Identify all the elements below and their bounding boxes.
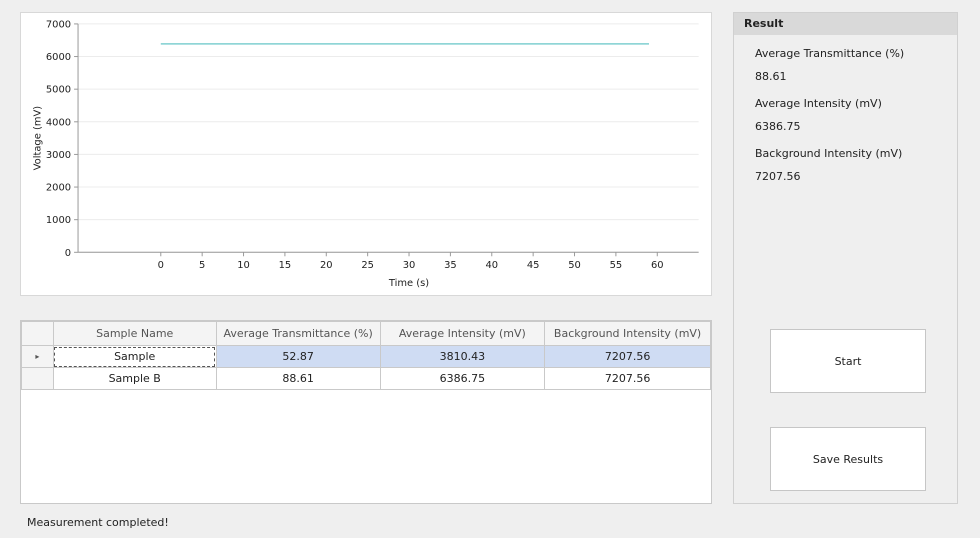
chart-svg: 0 1000 2000 3000 4000 5000 6000 7000 0 5 10 15 20 25 3… [32,19,699,289]
voltage-chart: 0 1000 2000 3000 4000 5000 6000 7000 0 5 10 15 20 25 3… [20,12,712,296]
x-tick-label: 30 [403,260,416,271]
transmittance-cell[interactable]: 52.87 [215,345,381,368]
x-tick-label: 55 [610,260,623,271]
current-row-indicator[interactable]: ▸ [21,345,54,368]
y-tick-label: 4000 [46,117,71,128]
row-header-cell[interactable] [21,367,54,390]
background-intensity-value: 7207.56 [755,170,801,183]
start-button[interactable]: Start [770,329,926,393]
x-tick-label: 5 [199,260,205,271]
x-axis-title: Time (s) [388,278,429,289]
result-panel: Result Average Transmittance (%) 88.61 A… [733,12,958,504]
background-intensity-label: Background Intensity (mV) [755,147,903,160]
y-tick-label: 7000 [46,19,71,30]
average-transmittance-value: 88.61 [755,70,787,83]
y-axis-title: Voltage (mV) [32,106,43,171]
x-tick-label: 60 [651,260,664,271]
y-tick-label: 1000 [46,215,71,226]
y-tick-label: 2000 [46,183,71,194]
table-row[interactable]: ▸ Sample 52.87 3810.43 7207.56 [21,345,711,368]
x-tick-label: 50 [568,260,581,271]
results-table: Sample Name Average Transmittance (%) Av… [21,321,711,390]
row-header-corner [21,321,54,346]
y-tick-label: 3000 [46,150,71,161]
intensity-cell[interactable]: 3810.43 [379,345,546,368]
status-message: Measurement completed! [27,516,169,529]
column-header-average-intensity[interactable]: Average Intensity (mV) [379,321,546,346]
average-transmittance-label: Average Transmittance (%) [755,47,905,60]
y-tick-label: 6000 [46,52,71,63]
table-row[interactable]: Sample B 88.61 6386.75 7207.56 [21,367,711,390]
table-header-row: Sample Name Average Transmittance (%) Av… [21,321,711,346]
result-panel-title: Result [734,13,957,35]
x-tick-label: 20 [320,260,333,271]
x-tick-label: 25 [361,260,374,271]
background-cell[interactable]: 7207.56 [544,345,711,368]
y-tick-label: 5000 [46,85,71,96]
x-tick-label: 40 [485,260,498,271]
transmittance-cell[interactable]: 88.61 [215,367,381,390]
x-tick-label: 35 [444,260,457,271]
x-tick-label: 10 [237,260,250,271]
results-grid[interactable]: Sample Name Average Transmittance (%) Av… [20,320,712,504]
column-header-sample-name[interactable]: Sample Name [52,321,217,346]
x-tick-label: 0 [158,260,164,271]
background-cell[interactable]: 7207.56 [544,367,711,390]
column-header-background-intensity[interactable]: Background Intensity (mV) [544,321,711,346]
save-results-button[interactable]: Save Results [770,427,926,491]
intensity-cell[interactable]: 6386.75 [379,367,546,390]
sample-name-cell[interactable]: Sample B [52,367,217,390]
column-header-average-transmittance[interactable]: Average Transmittance (%) [215,321,381,346]
x-tick-label: 15 [279,260,292,271]
x-tick-label: 45 [527,260,540,271]
average-intensity-label: Average Intensity (mV) [755,97,882,110]
average-intensity-value: 6386.75 [755,120,801,133]
sample-name-cell[interactable]: Sample [52,345,217,368]
y-tick-label: 0 [65,248,71,259]
